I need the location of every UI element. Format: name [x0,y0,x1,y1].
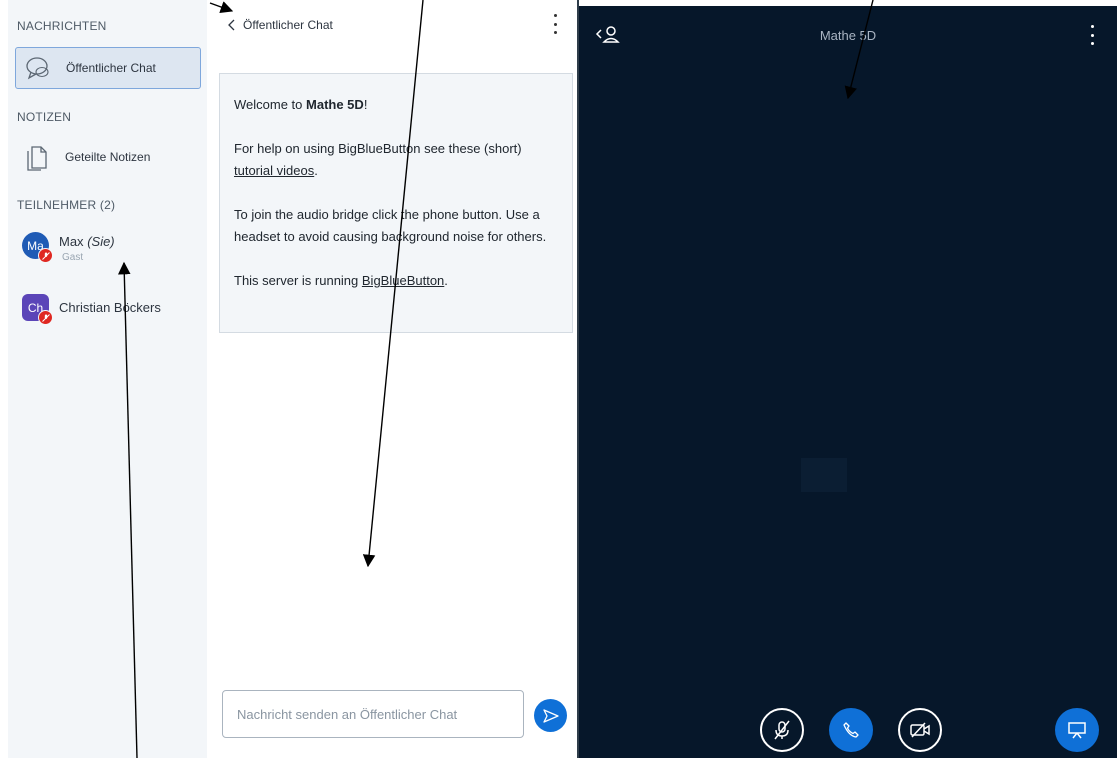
participant-max[interactable]: Ma Max (Sie) Gast [22,232,208,272]
bigbluebutton-link[interactable]: BigBlueButton [362,273,444,288]
welcome-line: This server is running BigBlueButton. [234,270,558,292]
welcome-text: ! [363,97,368,112]
avatar: Ma [22,232,53,263]
muted-microphone-icon [771,719,793,741]
unmute-button[interactable] [760,708,804,752]
meeting-name: Mathe 5D [306,97,364,112]
participant-role: Gast [62,252,84,263]
send-button[interactable] [534,699,567,732]
welcome-text: This server is running [234,273,362,288]
leave-audio-button[interactable] [829,708,873,752]
presentation-placeholder [801,458,847,492]
document-icon [23,143,51,171]
sidebar-item-shared-notes[interactable]: Geteilte Notizen [15,136,201,178]
participant-name: Christian Böckers [59,300,161,315]
welcome-line: To join the audio bridge click the phone… [234,207,547,244]
chat-panel: Öffentlicher Chat Welcome to Mathe 5D! F… [207,0,577,758]
share-webcam-button[interactable] [898,708,942,752]
participants-section-title: TEILNEHMER (2) [17,198,116,212]
chat-options-icon[interactable] [547,14,563,34]
avatar: Ch [22,294,53,325]
chat-bubble-icon [24,54,52,82]
notes-section-title: NOTIZEN [17,110,72,124]
welcome-text: For help on using BigBlueButton see thes… [234,141,522,156]
participant-christian[interactable]: Ch Christian Böckers [22,294,208,334]
main-area: Mathe 5D [579,6,1117,758]
tutorial-videos-link[interactable]: tutorial videos [234,163,314,178]
welcome-text: . [314,163,318,178]
options-menu-icon[interactable] [1087,25,1097,45]
restore-presentation-button[interactable] [1055,708,1099,752]
sidebar: NACHRICHTEN Öffentlicher Chat NOTIZEN Ge… [8,0,207,758]
welcome-text: Welcome to [234,97,307,112]
message-input-placeholder: Nachricht senden an Öffentlicher Chat [237,706,458,722]
welcome-text: . [444,273,448,288]
meeting-title: Mathe 5D [819,28,877,43]
sidebar-item-public-chat[interactable]: Öffentlicher Chat [15,47,201,89]
you-tag: (Sie) [87,234,115,249]
message-input[interactable]: Nachricht senden an Öffentlicher Chat [222,690,524,738]
welcome-line: Welcome to Mathe 5D! [234,94,558,116]
chat-title: Öffentlicher Chat [243,18,333,32]
muted-mic-icon [38,310,53,325]
presentation-icon [1067,720,1087,740]
participant-name: Max (Sie) [59,234,115,249]
muted-mic-icon [38,248,53,263]
welcome-line: For help on using BigBlueButton see thes… [234,138,558,182]
messages-section-title: NACHRICHTEN [17,19,107,33]
camera-off-icon [909,721,931,739]
chevron-left-icon [227,19,237,31]
welcome-message: Welcome to Mathe 5D! For help on using B… [219,73,573,333]
phone-icon [842,721,860,739]
sidebar-item-label: Öffentlicher Chat [66,61,156,75]
chat-back-button[interactable]: Öffentlicher Chat [227,18,333,32]
participant-name-text: Max [59,234,84,249]
sidebar-item-label: Geteilte Notizen [65,150,151,164]
send-icon [542,708,559,723]
